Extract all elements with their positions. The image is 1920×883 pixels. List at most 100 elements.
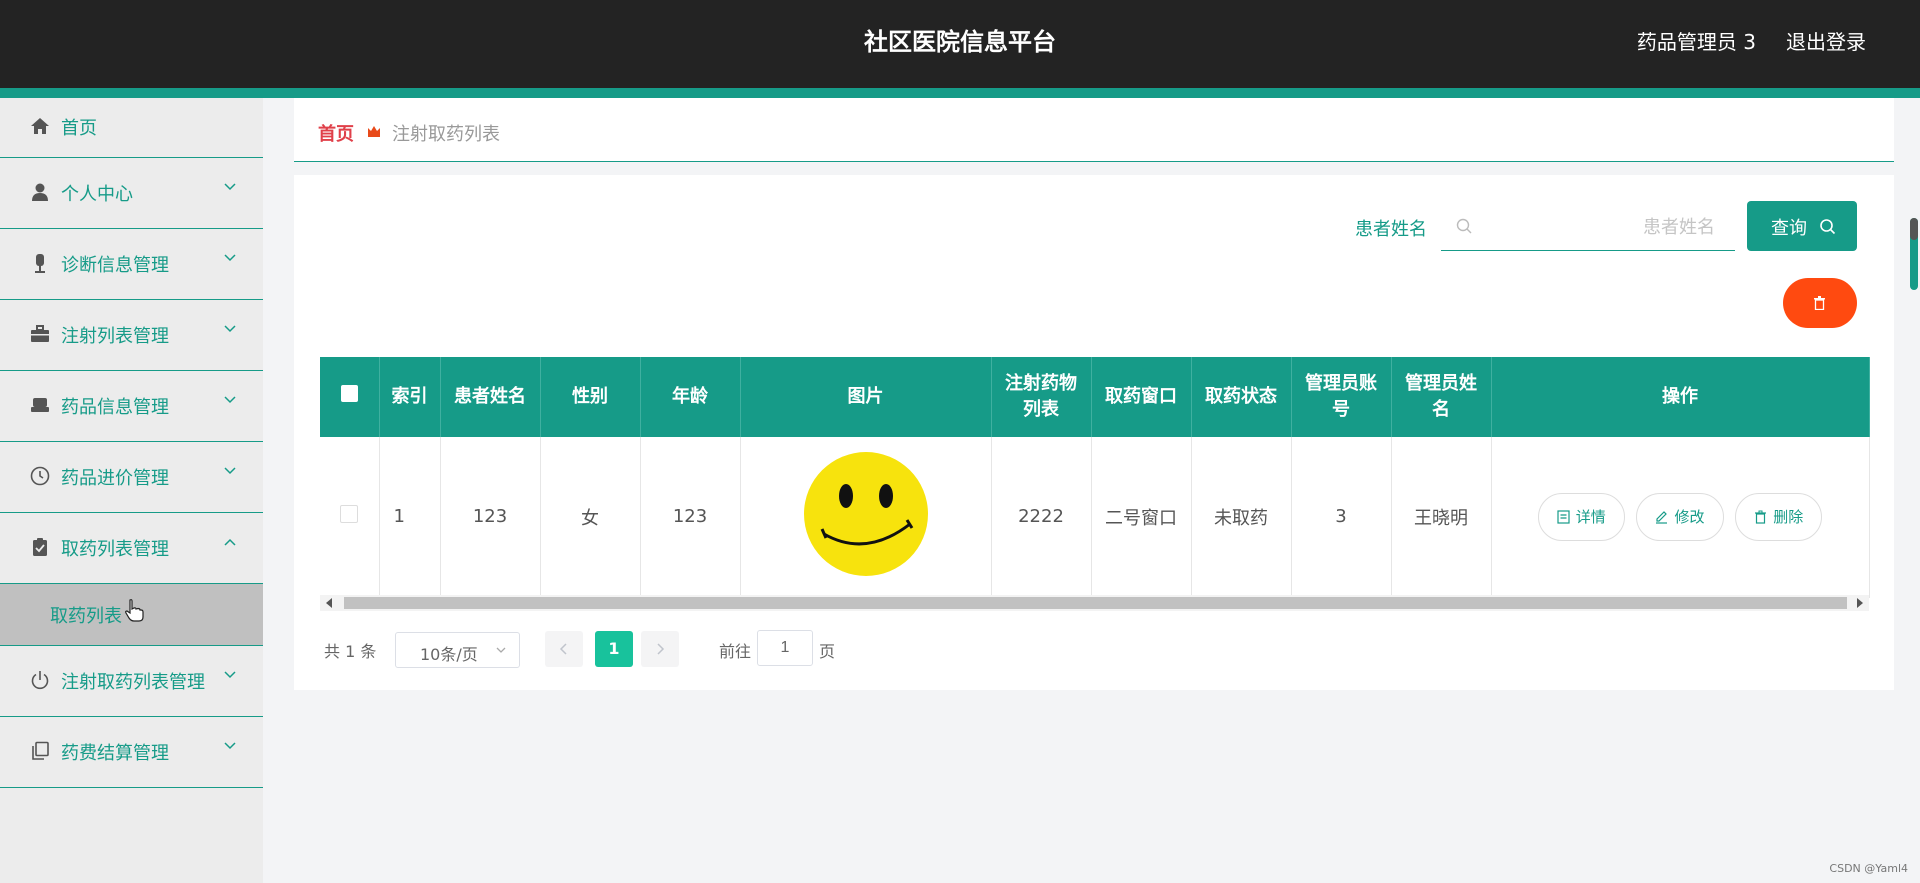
- edit-button[interactable]: 修改: [1636, 492, 1724, 541]
- gender-cell: 女: [540, 437, 641, 598]
- drug-list-cell: 2222: [991, 437, 1092, 598]
- next-page-button[interactable]: [641, 631, 679, 667]
- clock-icon: [30, 466, 50, 486]
- app-title: 社区医院信息平台: [864, 28, 1056, 56]
- image-cell: [740, 437, 992, 598]
- chevron-down-icon: [224, 254, 236, 262]
- search-icon: [1456, 218, 1472, 234]
- breadcrumb-current: 注射取药列表: [392, 124, 500, 145]
- trash-icon: [1814, 296, 1825, 310]
- pagination-total: 共 1 条: [324, 642, 377, 661]
- admin-account-cell: 3: [1291, 437, 1392, 598]
- prev-page-button[interactable]: [545, 631, 583, 667]
- current-user: 药品管理员 3: [1636, 30, 1756, 54]
- window-cell: 二号窗口: [1091, 437, 1192, 598]
- column-header: 年龄: [640, 357, 741, 437]
- scroll-right-arrow-icon[interactable]: [1857, 598, 1863, 608]
- edit-button-label: 修改: [1674, 507, 1705, 526]
- sidebar-item-home[interactable]: 首页: [0, 98, 263, 158]
- chevron-down-icon: [224, 325, 236, 333]
- chevron-right-icon: [657, 643, 665, 655]
- page-size-select[interactable]: 10条/页: [395, 632, 520, 668]
- sidebar-item-label: 药费结算管理: [61, 743, 169, 764]
- briefcase-icon: [31, 325, 49, 342]
- search-icon: [1820, 219, 1836, 235]
- row-select-cell: [320, 437, 380, 598]
- age-cell: 123: [640, 437, 741, 598]
- admin-name-cell: 王晓明: [1391, 437, 1492, 598]
- sidebar: 首页 个人中心 诊断信息管理 注射列表管理 药品信息管理 药品进价管理 取药列表…: [0, 98, 263, 883]
- detail-button[interactable]: 详情: [1537, 492, 1625, 541]
- trash-icon: [1755, 510, 1767, 524]
- document-icon: [1557, 510, 1570, 524]
- sidebar-item-drug-billing[interactable]: 药费结算管理: [0, 717, 263, 788]
- chevron-down-icon: [496, 647, 506, 653]
- horizontal-scrollbar[interactable]: [320, 595, 1869, 611]
- select-all-cell: [320, 357, 380, 437]
- sidebar-item-label: 诊断信息管理: [61, 255, 169, 276]
- sidebar-item-label: 药品进价管理: [61, 468, 169, 489]
- batch-delete-button[interactable]: [1783, 278, 1857, 328]
- header-accent-line: [0, 88, 1920, 98]
- main-panel: 患者姓名 查询 索引 患者姓名 性别 年龄 图片 注射药物列表 取药窗口 取药状…: [294, 175, 1894, 690]
- sidebar-subitem-label: 取药列表: [50, 606, 122, 627]
- sidebar-item-diagnosis[interactable]: 诊断信息管理: [0, 229, 263, 300]
- logout-link[interactable]: 退出登录: [1786, 26, 1866, 55]
- hand-cursor-icon: [125, 599, 144, 622]
- delete-button[interactable]: 删除: [1735, 492, 1823, 541]
- page-size-value: 10条/页: [420, 645, 478, 664]
- user-icon: [32, 183, 48, 201]
- watermark: CSDN @Yaml4: [1829, 862, 1908, 875]
- breadcrumb: 首页 注射取药列表: [294, 98, 1894, 162]
- breadcrumb-home-link[interactable]: 首页: [318, 120, 354, 146]
- patient-name-cell: 123: [440, 437, 541, 598]
- goto-suffix: 页: [819, 642, 836, 661]
- search-input[interactable]: [1485, 211, 1725, 243]
- goto-label: 前往: [719, 642, 752, 661]
- chevron-up-icon: [224, 538, 236, 546]
- sidebar-item-label: 首页: [61, 118, 97, 139]
- printer-icon: [31, 398, 49, 412]
- sidebar-item-personal-center[interactable]: 个人中心: [0, 158, 263, 229]
- column-header: 注射药物列表: [991, 357, 1092, 437]
- chevron-down-icon: [224, 467, 236, 475]
- query-button[interactable]: 查询: [1747, 201, 1857, 251]
- table-row: 1 123 女 123 2222 二号窗口 未取药 3 王晓明 详情 修改 删除: [320, 437, 1870, 598]
- sidebar-item-label: 注射取药列表管理: [61, 672, 205, 693]
- sidebar-item-drug-info[interactable]: 药品信息管理: [0, 371, 263, 442]
- copy-icon: [32, 741, 49, 760]
- crown-icon: [368, 126, 380, 137]
- power-icon: [31, 671, 49, 690]
- page-number-active[interactable]: 1: [595, 631, 633, 667]
- top-bar: 社区医院信息平台 药品管理员 3 退出登录: [0, 0, 1920, 88]
- scrollbar-thumb[interactable]: [344, 597, 1847, 609]
- pencil-icon: [1656, 510, 1668, 524]
- sidebar-item-label: 个人中心: [61, 184, 133, 205]
- sidebar-item-injection-list[interactable]: 注射列表管理: [0, 300, 263, 371]
- scroll-left-arrow-icon[interactable]: [326, 598, 332, 608]
- chevron-down-icon: [224, 396, 236, 404]
- smiley-face-image[interactable]: [802, 450, 930, 578]
- column-header: 图片: [740, 357, 992, 437]
- sidebar-item-drug-price[interactable]: 药品进价管理: [0, 442, 263, 513]
- chevron-down-icon: [224, 183, 236, 191]
- column-header: 管理员姓名: [1391, 357, 1492, 437]
- chevron-down-icon: [224, 742, 236, 750]
- goto-page-input[interactable]: [757, 630, 813, 666]
- delete-button-label: 删除: [1773, 507, 1804, 526]
- column-header: 索引: [379, 357, 441, 437]
- status-cell: 未取药: [1191, 437, 1292, 598]
- row-checkbox[interactable]: [340, 505, 359, 524]
- query-button-label: 查询: [1771, 218, 1807, 238]
- search-box: [1441, 203, 1735, 251]
- column-header: 患者姓名: [440, 357, 541, 437]
- select-all-checkbox[interactable]: [340, 385, 358, 402]
- chevron-left-icon: [559, 643, 567, 655]
- page-scrollbar-thumb[interactable]: [1910, 218, 1918, 240]
- chevron-down-icon: [224, 671, 236, 679]
- sidebar-item-injection-pickup[interactable]: 注射取药列表管理: [0, 646, 263, 717]
- column-header: 取药状态: [1191, 357, 1292, 437]
- sidebar-item-pickup-list[interactable]: 取药列表管理: [0, 513, 263, 584]
- search-label: 患者姓名: [1355, 219, 1427, 240]
- index-cell: 1: [379, 437, 441, 598]
